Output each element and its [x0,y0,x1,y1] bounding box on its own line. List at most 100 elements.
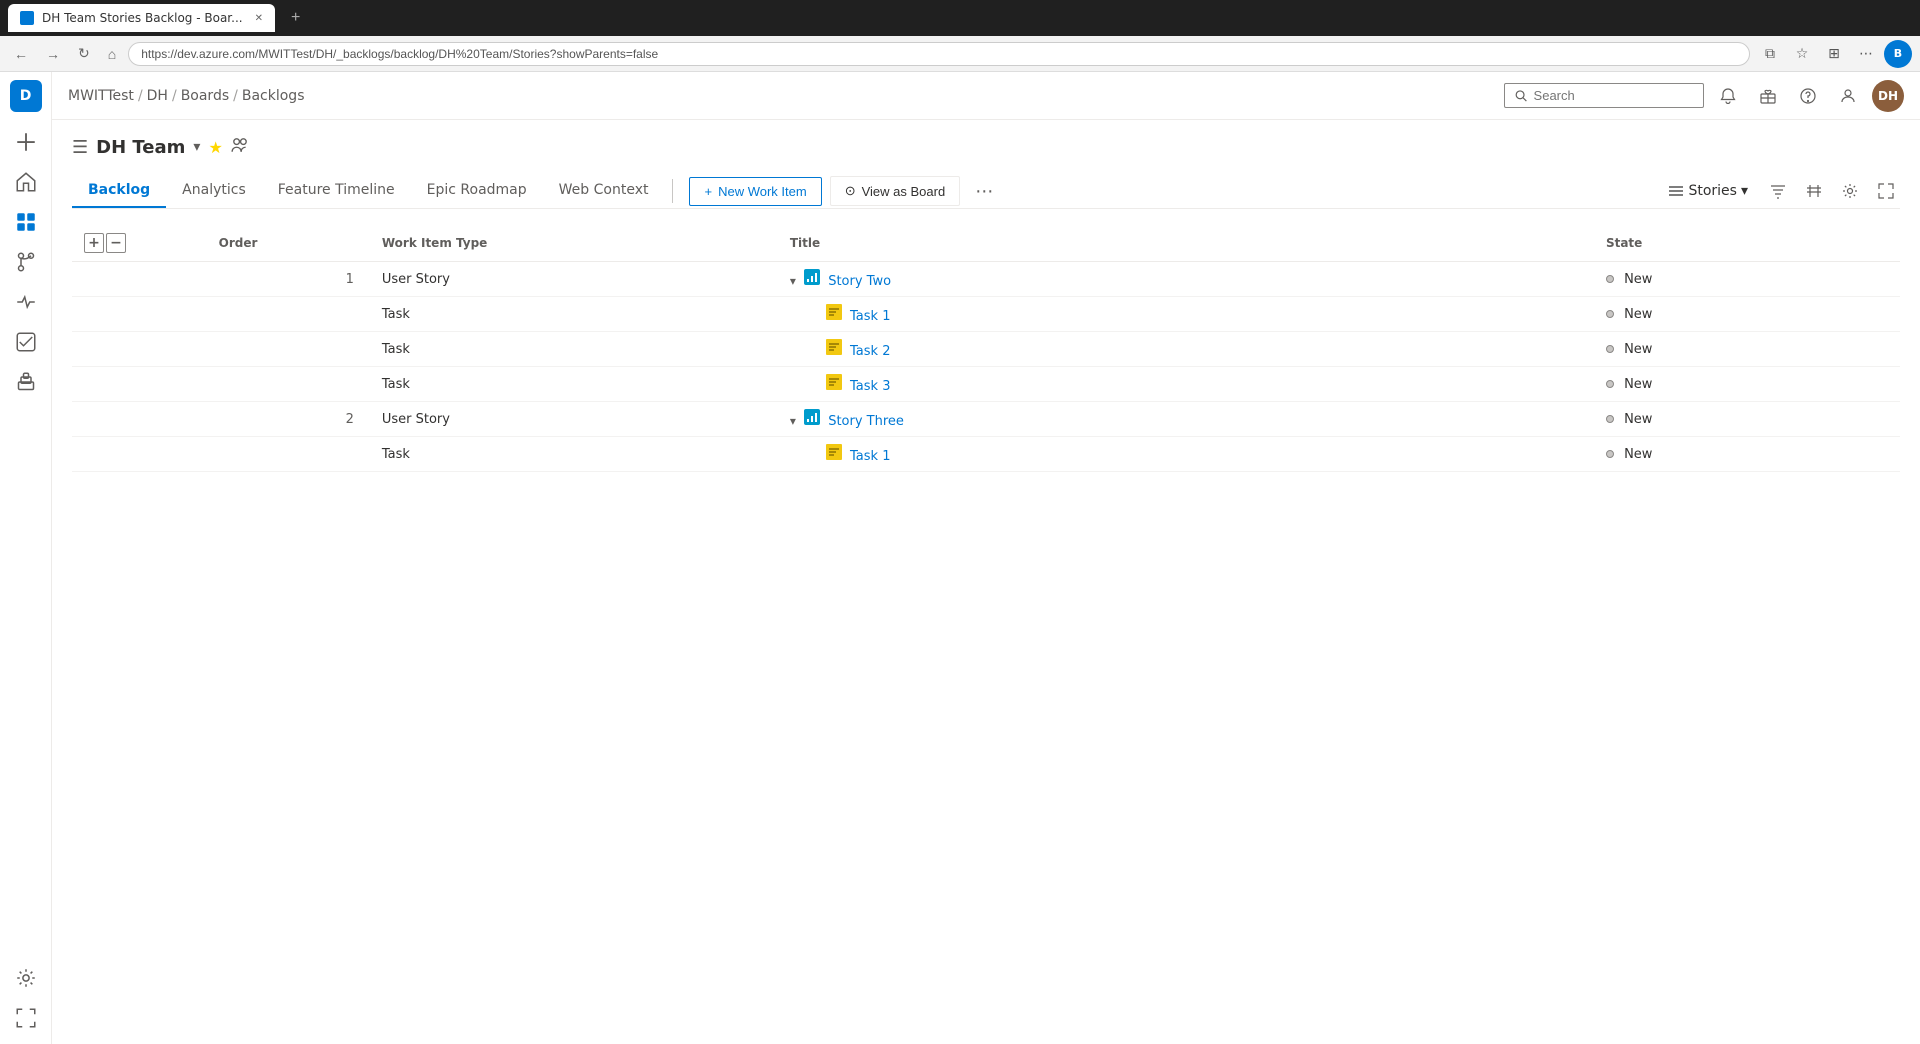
rail-item-pipelines[interactable] [8,284,44,320]
row-chevron-icon[interactable]: ▾ [790,414,796,428]
row-type: Task [370,367,778,402]
page-content: ☰ DH Team ▾ ★ Backlog Analytics Feature … [52,120,1920,1044]
row-title[interactable]: Story Three [828,414,904,429]
extensions-icon[interactable]: ⧉ [1756,40,1784,68]
tab-title: DH Team Stories Backlog - Boar... [42,11,243,25]
row-expand-cell [72,297,207,332]
col-header-state: State [1594,225,1900,262]
row-expand-cell [72,262,207,297]
table-row: Task Task 1 New [72,297,1900,332]
favorite-icon[interactable]: ★ [208,138,222,157]
new-tab-button[interactable]: + [283,5,308,31]
board-icon: ⊙ [845,183,856,199]
gift-icon[interactable] [1752,80,1784,112]
backlog-table: + − Order Work Item Type Title State [72,225,1900,472]
expand-all-button[interactable]: + [84,233,104,253]
search-icon [1515,89,1528,103]
notifications-icon[interactable] [1712,80,1744,112]
task-icon [826,304,842,320]
rail-expand-icon[interactable] [8,1000,44,1036]
view-as-board-button[interactable]: ⊙ View as Board [830,176,961,206]
org-icon[interactable]: D [10,80,42,112]
plus-icon: + [704,184,712,199]
edge-profile[interactable]: B [1884,40,1912,68]
tab-analytics[interactable]: Analytics [166,174,262,208]
rail-add-button[interactable] [8,124,44,160]
team-icon[interactable] [231,136,249,158]
breadcrumb-backlogs[interactable]: Backlogs [242,88,305,104]
user-story-icon [804,269,820,285]
user-settings-icon[interactable] [1832,80,1864,112]
tab-actions: + New Work Item ⊙ View as Board ⋯ [689,175,1000,207]
back-button[interactable]: ← [8,42,34,66]
help-icon[interactable] [1792,80,1824,112]
row-chevron-icon[interactable]: ▾ [790,274,796,288]
rail-item-artifacts[interactable] [8,364,44,400]
row-title[interactable]: Story Two [828,274,891,289]
state-dot [1606,450,1614,458]
rail-item-testplans[interactable] [8,324,44,360]
forward-button[interactable]: → [40,42,66,66]
search-box[interactable] [1504,83,1704,108]
browser-tab[interactable]: DH Team Stories Backlog - Boar... ✕ [8,4,275,32]
user-story-icon [804,409,820,425]
expand-buttons: + − [84,233,195,253]
stories-dropdown[interactable]: Stories ▾ [1660,179,1756,203]
row-title[interactable]: Task 1 [850,449,890,464]
refresh-button[interactable]: ↻ [72,41,96,66]
row-title[interactable]: Task 2 [850,344,890,359]
row-order: 2 [207,402,370,437]
table-body: 1 User Story ▾ [72,262,1900,472]
state-text: New [1624,307,1652,322]
filter-icon[interactable] [1764,177,1792,205]
tab-close-button[interactable]: ✕ [255,13,263,24]
row-type: Task [370,437,778,472]
rail-item-boards[interactable] [8,204,44,240]
tab-web-context[interactable]: Web Context [543,174,665,208]
row-expand-cell [72,332,207,367]
state-dot [1606,415,1614,423]
group-icon[interactable] [1800,177,1828,205]
new-work-item-button[interactable]: + New Work Item [689,177,821,206]
row-order [207,297,370,332]
address-bar[interactable] [128,42,1750,66]
row-state: New [1594,437,1900,472]
breadcrumb-sep-3: / [233,88,238,104]
browser-nav: ← → ↻ ⌂ ⧉ ☆ ⊞ ⋯ B [0,36,1920,72]
user-story-svg [804,269,820,285]
rail-settings-icon[interactable] [8,960,44,996]
browser-menu-icon[interactable]: ⋯ [1852,40,1880,68]
col-header-title: Title [778,225,1594,262]
row-type: User Story [370,402,778,437]
side-rail: D [0,72,52,1044]
task-icon [826,444,842,460]
tab-feature-timeline[interactable]: Feature Timeline [262,174,411,208]
rail-item-home[interactable] [8,164,44,200]
breadcrumb-dh[interactable]: DH [147,88,168,104]
browser-chrome: DH Team Stories Backlog - Boar... ✕ + [0,0,1920,36]
tab-backlog[interactable]: Backlog [72,174,166,208]
page-title[interactable]: DH Team [96,137,185,158]
breadcrumb-boards[interactable]: Boards [181,88,229,104]
rail-item-repos[interactable] [8,244,44,280]
collections-icon[interactable]: ⊞ [1820,40,1848,68]
tab-epic-roadmap[interactable]: Epic Roadmap [411,174,543,208]
title-dropdown-icon[interactable]: ▾ [193,139,200,155]
col-header-expand: + − [72,225,207,262]
favorites-icon[interactable]: ☆ [1788,40,1816,68]
row-state: New [1594,297,1900,332]
avatar[interactable]: DH [1872,80,1904,112]
collapse-all-button[interactable]: − [106,233,126,253]
home-button[interactable]: ⌂ [102,42,122,66]
menu-icon[interactable]: ☰ [72,137,88,158]
row-title[interactable]: Task 3 [850,379,890,394]
search-input[interactable] [1534,88,1693,103]
more-options-button[interactable]: ⋯ [968,175,1000,207]
row-title[interactable]: Task 1 [850,309,890,324]
expand-icon[interactable] [1872,177,1900,205]
app-layout: D [0,72,1920,1044]
breadcrumb-mwittest[interactable]: MWITTest [68,88,134,104]
top-nav: MWITTest / DH / Boards / Backlogs [52,72,1920,120]
column-settings-icon[interactable] [1836,177,1864,205]
tabs-bar: Backlog Analytics Feature Timeline Epic … [72,174,1900,209]
